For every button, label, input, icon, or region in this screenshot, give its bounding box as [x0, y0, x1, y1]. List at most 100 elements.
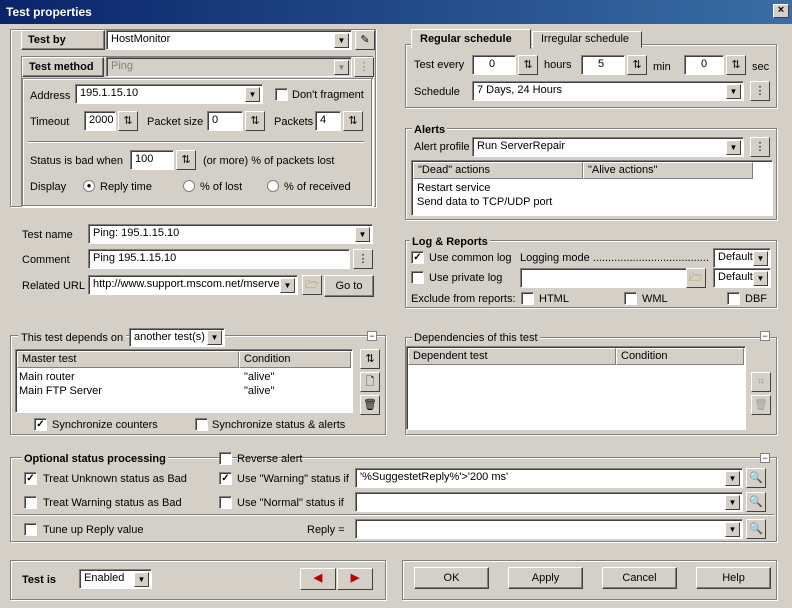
- related-url-select[interactable]: http://www.support.mscom.net/mserver ▼: [88, 275, 298, 295]
- next-arrow-icon[interactable]: ▶: [337, 568, 373, 590]
- use-private-checkbox[interactable]: [411, 271, 424, 284]
- col-master: Master test: [17, 351, 239, 368]
- packets-spin[interactable]: ⇅: [343, 111, 363, 131]
- display-received-radio[interactable]: [267, 180, 279, 192]
- edit-icon[interactable]: ⌗: [751, 372, 771, 392]
- sync-status-checkbox[interactable]: [195, 418, 208, 431]
- test-method-select[interactable]: Ping ▼: [106, 57, 352, 77]
- reverse-label: Reverse alert: [237, 453, 303, 465]
- folder-icon[interactable]: 🗁: [686, 268, 706, 288]
- sec-input[interactable]: 0: [684, 55, 724, 75]
- schedule-options-icon[interactable]: ⋮: [750, 81, 770, 101]
- list-item[interactable]: Send data to TCP/UDP port: [417, 195, 552, 209]
- depends-select[interactable]: another test(s) ▼: [129, 328, 225, 347]
- magnifier-icon[interactable]: 🔍: [746, 492, 766, 512]
- html-checkbox[interactable]: [521, 292, 534, 305]
- logging-mode-select[interactable]: Default ▼: [713, 248, 771, 268]
- use-normal-checkbox[interactable]: [219, 496, 232, 509]
- chevron-down-icon: ▼: [726, 84, 741, 99]
- address-select[interactable]: 195.1.15.10 ▼: [75, 84, 263, 104]
- method-options-icon[interactable]: ⋮: [354, 57, 374, 77]
- hours-input[interactable]: 0: [472, 55, 516, 75]
- apply-button[interactable]: Apply: [508, 567, 583, 589]
- address-label: Address: [30, 90, 71, 102]
- reverse-checkbox[interactable]: [219, 452, 232, 465]
- tune-label: Tune up Reply value: [43, 524, 144, 536]
- help-button[interactable]: Help: [696, 567, 771, 589]
- list-item[interactable]: Restart service: [417, 181, 490, 195]
- test-every-label: Test every: [414, 59, 465, 71]
- display-received-label: % of received: [284, 181, 351, 193]
- prev-arrow-icon[interactable]: ◀: [300, 568, 336, 590]
- magnifier-icon[interactable]: 🔍: [746, 519, 766, 539]
- sec-spin[interactable]: ⇅: [726, 55, 746, 75]
- use-warning-checkbox[interactable]: ✓: [219, 472, 232, 485]
- packets-input[interactable]: 4: [315, 111, 341, 131]
- timeout-input[interactable]: 2000: [84, 111, 116, 131]
- wml-checkbox[interactable]: [624, 292, 637, 305]
- private-mode-select[interactable]: Default ▼: [713, 268, 771, 288]
- min-input[interactable]: 5: [581, 55, 625, 75]
- html-label: HTML: [539, 293, 569, 305]
- reply-label: Reply =: [307, 524, 345, 536]
- col-condition: Condition: [239, 351, 351, 368]
- log-title: Log & Reports: [410, 235, 490, 249]
- chevron-down-icon: ▼: [725, 522, 740, 537]
- status-bad-spin[interactable]: ⇅: [176, 150, 196, 170]
- window-title: Test properties: [0, 0, 792, 24]
- status-bad-label: Status is bad when: [30, 155, 123, 167]
- treat-unknown-checkbox[interactable]: ✓: [24, 472, 37, 485]
- normal-expr-select[interactable]: ▼: [355, 492, 743, 512]
- cancel-button[interactable]: Cancel: [602, 567, 677, 589]
- treat-warning-checkbox[interactable]: [24, 496, 37, 509]
- collapse-icon[interactable]: −: [760, 331, 770, 341]
- use-warning-label: Use "Warning" status if: [237, 473, 349, 485]
- sync-counters-checkbox[interactable]: ✓: [34, 418, 47, 431]
- list-item[interactable]: Main router: [19, 370, 75, 384]
- go-to-button[interactable]: Go to: [324, 275, 374, 297]
- display-lost-radio[interactable]: [183, 180, 195, 192]
- private-log-input[interactable]: [520, 268, 706, 288]
- collapse-icon[interactable]: −: [367, 331, 377, 341]
- collapse-icon[interactable]: −: [760, 453, 770, 463]
- alert-profile-select[interactable]: Run ServerRepair ▼: [472, 137, 744, 157]
- use-common-label: Use common log: [429, 252, 512, 264]
- tab-regular-schedule[interactable]: Regular schedule: [411, 29, 531, 49]
- warning-expr-select[interactable]: '%SuggestetReply%'>'200 ms' ▼: [355, 468, 743, 488]
- magnifier-icon[interactable]: 🔍: [746, 468, 766, 488]
- use-common-checkbox[interactable]: ✓: [411, 251, 424, 264]
- schedule-select[interactable]: 7 Days, 24 Hours ▼: [472, 81, 744, 101]
- status-bad-input[interactable]: 100: [130, 150, 174, 170]
- folder-icon[interactable]: 🗁: [302, 275, 322, 295]
- packet-size-input[interactable]: 0: [207, 111, 243, 131]
- eraser-icon[interactable]: ✎: [355, 30, 375, 50]
- test-by-select[interactable]: HostMonitor ▼: [106, 30, 352, 50]
- list-item[interactable]: Main FTP Server: [19, 384, 102, 398]
- packet-size-spin[interactable]: ⇅: [245, 111, 265, 131]
- test-is-select[interactable]: Enabled ▼: [79, 569, 152, 589]
- trash-icon[interactable]: 🗑: [751, 395, 771, 415]
- display-reply-radio[interactable]: ●: [83, 180, 95, 192]
- tab-irregular-schedule[interactable]: Irregular schedule: [532, 31, 642, 48]
- depends-label: This test depends on: [18, 331, 127, 345]
- test-name-input[interactable]: Ping: 195.1.15.10 ▼: [88, 224, 373, 244]
- wml-label: WML: [642, 293, 668, 305]
- new-icon[interactable]: 🗋: [360, 372, 380, 392]
- comment-input[interactable]: Ping 195.1.15.10: [88, 249, 350, 269]
- sort-icon[interactable]: ⇅: [360, 349, 380, 369]
- related-url-label: Related URL: [22, 280, 85, 292]
- tune-checkbox[interactable]: [24, 523, 37, 536]
- close-button[interactable]: ×: [773, 4, 789, 18]
- reply-select[interactable]: ▼: [355, 519, 743, 539]
- trash-icon[interactable]: 🗑: [360, 395, 380, 415]
- dbf-checkbox[interactable]: [727, 292, 740, 305]
- min-spin[interactable]: ⇅: [627, 55, 647, 75]
- dont-fragment-checkbox[interactable]: [275, 88, 288, 101]
- comment-options-icon[interactable]: ⋮: [353, 249, 373, 269]
- timeout-spin[interactable]: ⇅: [118, 111, 138, 131]
- col-dependent: Dependent test: [408, 348, 616, 365]
- ok-button[interactable]: OK: [414, 567, 489, 589]
- hours-spin[interactable]: ⇅: [518, 55, 538, 75]
- alert-options-icon[interactable]: ⋮: [750, 137, 770, 157]
- exclude-label: Exclude from reports:: [411, 293, 516, 305]
